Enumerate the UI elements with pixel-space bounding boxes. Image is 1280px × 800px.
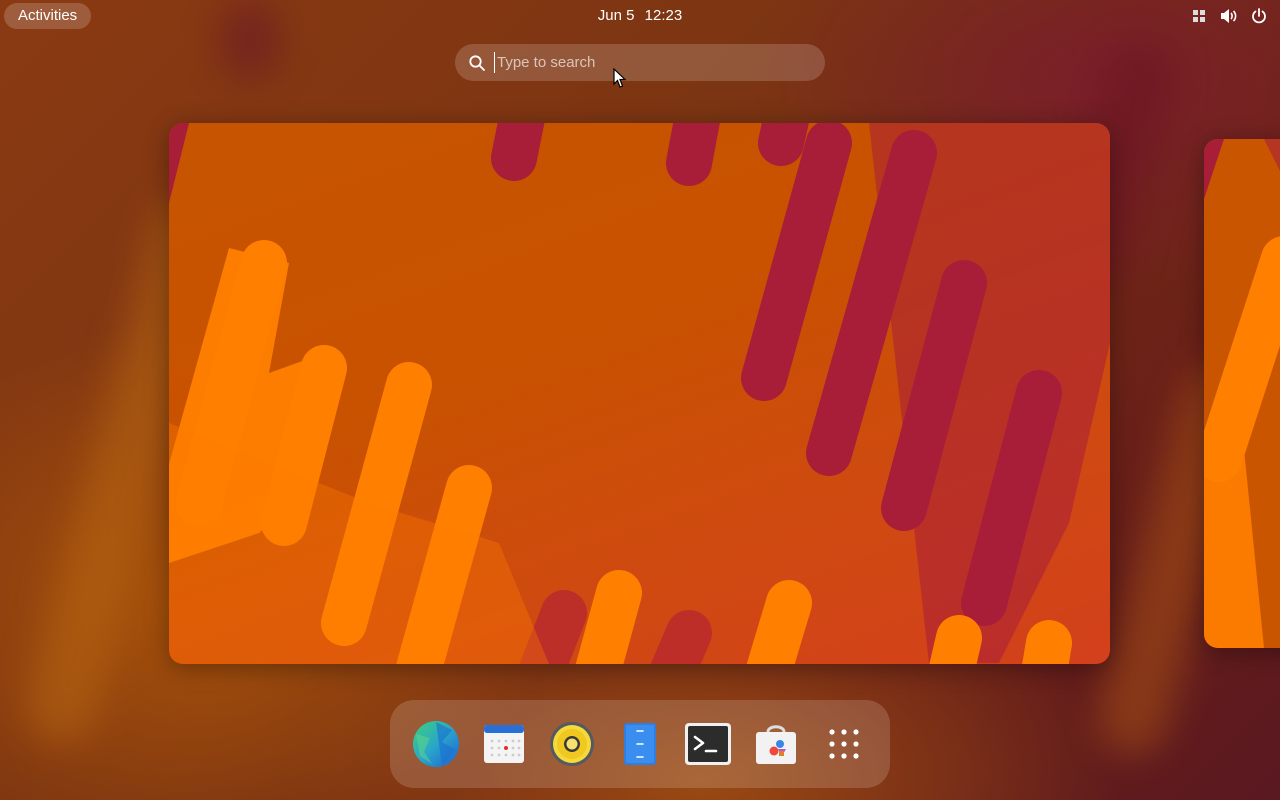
calendar-icon [484,725,524,763]
dash-app-files[interactable] [616,720,664,768]
workspace-indicator-icon[interactable] [1190,7,1208,25]
search-input[interactable] [494,52,799,73]
clock-time: 12:23 [644,7,683,24]
workspace-thumbnail-active[interactable] [169,123,1110,664]
clock-date: Jun 5 [597,7,635,24]
dash-app-calendar[interactable] [480,720,528,768]
dash-app-web-browser[interactable] [412,720,460,768]
dash-show-applications[interactable] [820,720,868,768]
dash-app-software[interactable] [752,720,800,768]
power-icon[interactable] [1250,7,1268,25]
mouse-pointer-icon [613,67,627,94]
software-store-icon [756,725,796,764]
music-player-icon [550,722,594,766]
dash [390,700,890,788]
search-icon [468,54,486,72]
globe-icon [413,721,459,767]
system-tray[interactable] [1190,7,1268,25]
top-bar: Activities Jun 5 12:23 [0,0,1280,32]
volume-icon[interactable] [1220,7,1238,25]
wallpaper-drips [1204,139,1280,648]
wallpaper-drips [169,123,1110,664]
dash-app-music-player[interactable] [548,720,596,768]
app-grid-icon [829,729,859,759]
clock-button[interactable]: Jun 5 12:23 [0,0,1280,32]
dash-app-terminal[interactable] [684,720,732,768]
search-entry[interactable] [455,44,825,81]
files-icon [624,723,656,765]
workspace-thumbnail-next[interactable] [1204,139,1280,648]
terminal-icon [685,723,731,765]
